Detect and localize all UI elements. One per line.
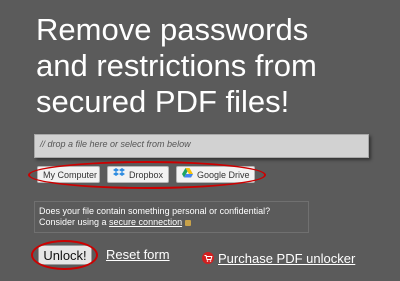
confidential-notice: Does your file contain something persona…: [34, 201, 309, 233]
notice-prefix: Consider using a: [39, 217, 110, 227]
headline-line-2: and restrictions from: [36, 48, 317, 83]
drop-zone-placeholder: // drop a file here or select from below: [40, 139, 191, 149]
notice-line-2: Consider using a secure connection: [39, 217, 304, 228]
purchase-link-label: Purchase PDF unlocker: [218, 251, 356, 266]
file-drop-zone[interactable]: // drop a file here or select from below: [34, 134, 369, 158]
headline-line-3: secured PDF files!: [36, 84, 290, 119]
headline-line-1: Remove passwords: [36, 12, 309, 47]
reset-form-link[interactable]: Reset form: [106, 247, 170, 262]
purchase-link[interactable]: Purchase PDF unlocker: [202, 251, 355, 267]
unlock-highlight: [31, 240, 98, 270]
lock-icon: [185, 219, 192, 226]
secure-connection-link[interactable]: secure connection: [109, 217, 182, 227]
notice-line-1: Does your file contain something persona…: [39, 206, 271, 216]
headline: Remove passwords and restrictions from s…: [36, 12, 376, 120]
cart-icon: [202, 252, 214, 267]
source-buttons-highlight: [28, 161, 266, 189]
